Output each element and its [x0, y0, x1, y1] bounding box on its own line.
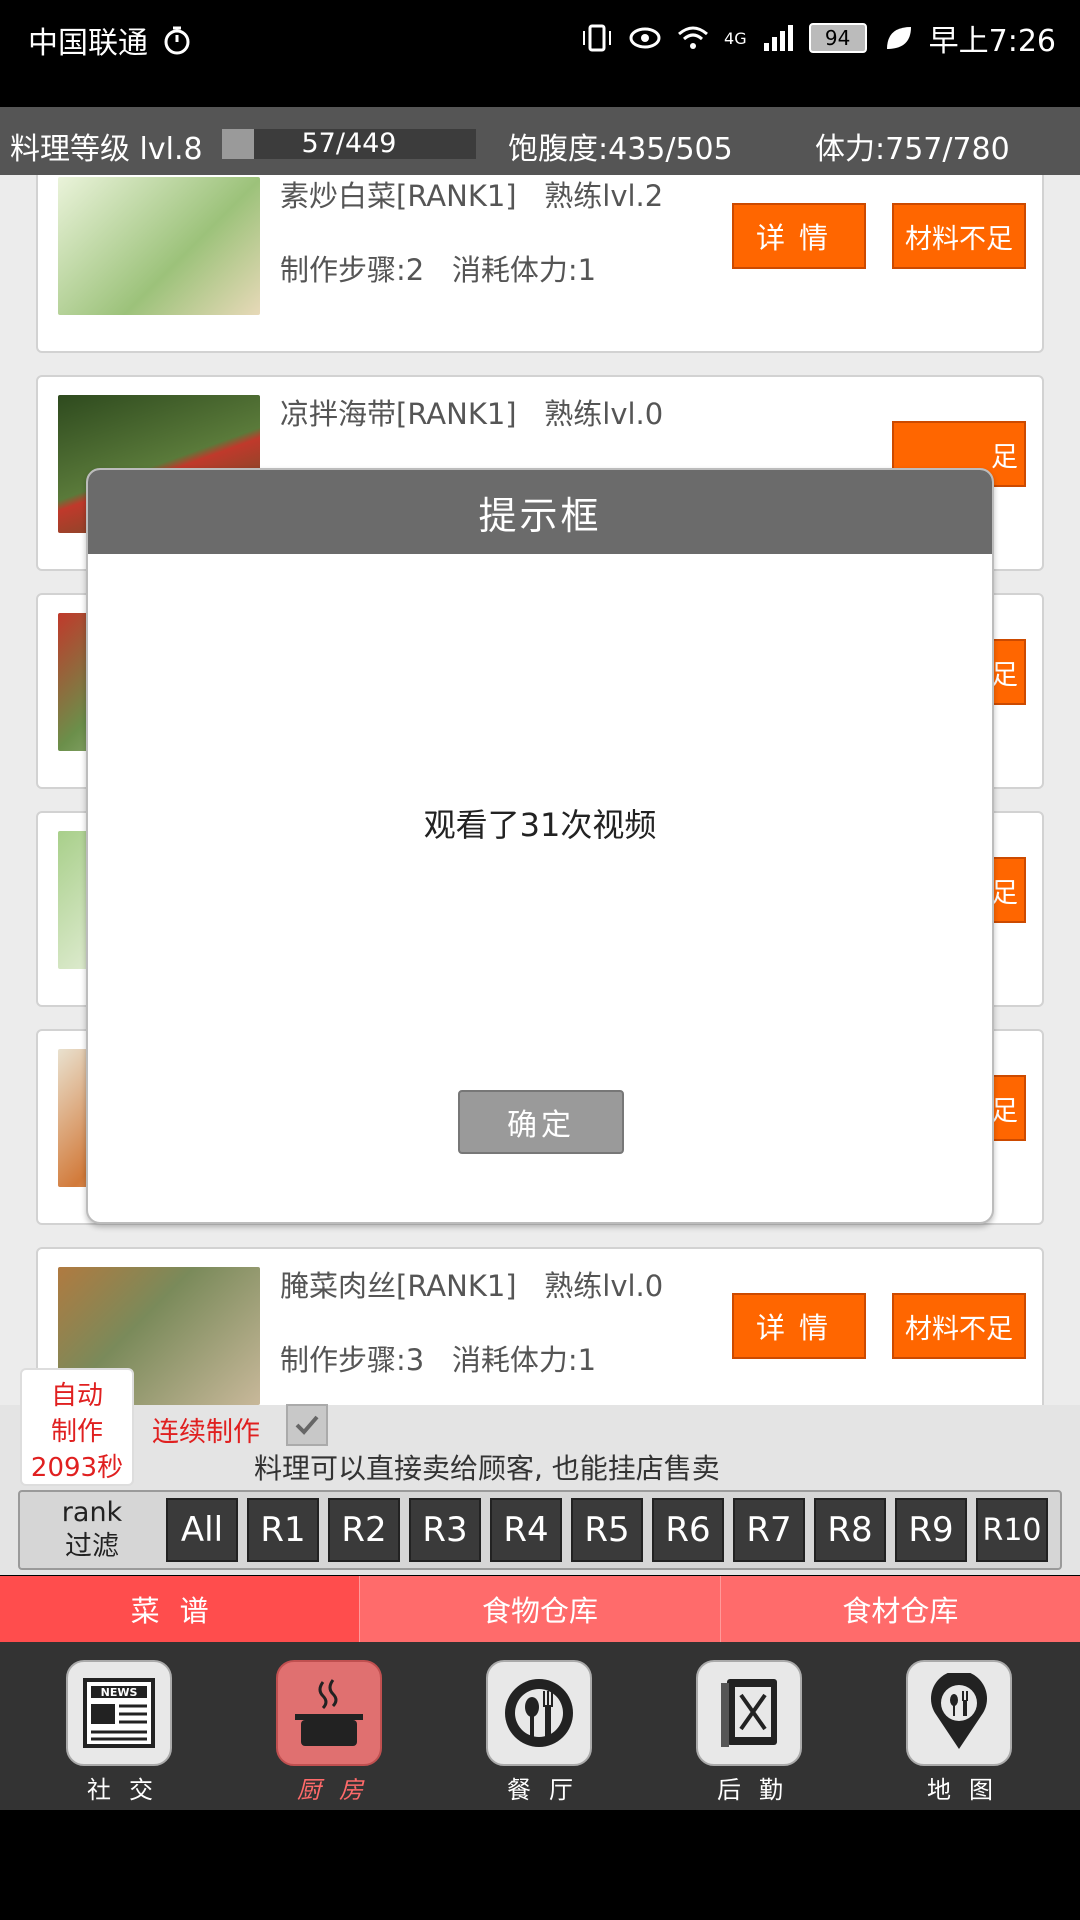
detail-button[interactable]: 详情	[732, 1293, 866, 1359]
rank-filter-r5[interactable]: R5	[571, 1498, 643, 1562]
nav-social[interactable]: NEWS 社交	[66, 1660, 174, 1805]
rank-filter-r1[interactable]: R1	[247, 1498, 319, 1562]
satiety-value: 饱腹度:435/505	[508, 132, 733, 167]
rank-filter-r10[interactable]: R10	[976, 1498, 1048, 1562]
recipe-info: 制作步骤:3 消耗体力:1	[280, 1343, 597, 1377]
rank-filter-r2[interactable]: R2	[328, 1498, 400, 1562]
nav-restaurant[interactable]: 餐厅	[486, 1660, 594, 1805]
recipe-info: 制作步骤:2 消耗体力:1	[280, 253, 597, 287]
recipe-title: 凉拌海带[RANK1] 熟练lvl.0	[280, 397, 664, 431]
insufficient-materials-button[interactable]: 材料不足	[892, 1293, 1026, 1359]
auto-make-line: 制作	[50, 1417, 103, 1447]
nav-kitchen[interactable]: 厨房	[276, 1660, 384, 1805]
dialog-message: 观看了31次视频	[423, 806, 657, 844]
top-gap	[0, 75, 1080, 107]
nav-map[interactable]: 地图	[906, 1660, 1014, 1805]
auto-make-button[interactable]: 自动 制作 2093秒	[20, 1368, 134, 1486]
recipe-thumbnail	[58, 177, 260, 315]
menu-book-icon	[696, 1660, 802, 1766]
network-type: 4G	[724, 28, 747, 48]
confirm-button[interactable]: 确定	[458, 1090, 624, 1154]
battery-indicator: 94	[808, 23, 867, 53]
signal-icon	[763, 25, 793, 51]
nav-label: 后勤	[717, 1776, 801, 1804]
news-icon: NEWS	[66, 1660, 172, 1766]
auto-make-timer: 2093秒	[30, 1453, 124, 1483]
recipe-card[interactable]: 素炒白菜[RANK1] 熟练lvl.2 制作步骤:2 消耗体力:1 详情 材料不…	[36, 175, 1044, 353]
tab-ingredient-storage[interactable]: 食材仓库	[719, 1576, 1080, 1642]
cooking-pot-icon	[276, 1660, 382, 1766]
vibrate-icon	[583, 24, 612, 52]
bottom-nav: NEWS 社交 厨房 餐厅 后勤 地图	[0, 1642, 1080, 1810]
bottom-black-area	[0, 1810, 1080, 1920]
status-bar: 中国联通 4G 94 早上7:26	[0, 0, 1080, 75]
rank-filter-r4[interactable]: R4	[490, 1498, 562, 1562]
nav-label: 厨房	[297, 1776, 381, 1804]
recipe-title: 腌菜肉丝[RANK1] 熟练lvl.0	[280, 1269, 664, 1303]
xp-progress-bar: 57/449	[222, 129, 476, 159]
sell-tip: 料理可以直接卖给顾客, 也能挂店售卖	[254, 1452, 720, 1485]
plate-cutlery-icon	[486, 1660, 592, 1766]
rank-filter-all[interactable]: All	[166, 1498, 238, 1562]
nav-label: 社交	[87, 1776, 171, 1804]
stamina-value: 体力:757/780	[815, 132, 1010, 167]
continuous-make-checkbox[interactable]	[286, 1404, 328, 1446]
prompt-dialog: 提示框 观看了31次视频 确定	[86, 468, 994, 1224]
sub-tab-bar: 菜谱 食物仓库 食材仓库	[0, 1576, 1080, 1642]
nav-label: 地图	[927, 1776, 1011, 1804]
recipe-title: 素炒白菜[RANK1] 熟练lvl.2	[280, 179, 664, 213]
rank-filter-label: rank 过滤	[61, 1497, 123, 1562]
leaf-icon	[886, 27, 911, 49]
detail-button[interactable]: 详情	[732, 203, 866, 269]
rank-filter-r6[interactable]: R6	[652, 1498, 724, 1562]
rank-filter-r8[interactable]: R8	[814, 1498, 886, 1562]
xp-text: 57/449	[301, 128, 397, 159]
continuous-make-label: 连续制作	[152, 1417, 260, 1448]
dialog-title: 提示框	[88, 470, 992, 554]
insufficient-materials-button[interactable]: 材料不足	[892, 203, 1026, 269]
rank-filter-r9[interactable]: R9	[895, 1498, 967, 1562]
rank-filter-r7[interactable]: R7	[733, 1498, 805, 1562]
cooking-level: 料理等级 lvl.8	[10, 132, 203, 167]
map-pin-cutlery-icon	[906, 1660, 1012, 1766]
player-info-bar: 料理等级 lvl.8 57/449 饱腹度:435/505 体力:757/780	[0, 107, 1080, 175]
nav-label: 餐厅	[507, 1776, 591, 1804]
clock: 早上7:26	[928, 24, 1056, 59]
recipe-card[interactable]: 腌菜肉丝[RANK1] 熟练lvl.0 制作步骤:3 消耗体力:1 详情 材料不…	[36, 1247, 1044, 1405]
svg-text:NEWS: NEWS	[101, 1686, 138, 1699]
tab-recipes[interactable]: 菜谱	[0, 1576, 360, 1642]
eye-icon	[629, 27, 661, 49]
rank-filter-r3[interactable]: R3	[409, 1498, 481, 1562]
rank-filter-bar: rank 过滤 All R1 R2 R3 R4 R5 R6 R7 R8 R9 R…	[18, 1490, 1062, 1570]
tab-food-storage[interactable]: 食物仓库	[359, 1576, 719, 1642]
nav-logistics[interactable]: 后勤	[696, 1660, 804, 1805]
stopwatch-icon	[164, 26, 190, 55]
carrier-name: 中国联通	[28, 26, 148, 61]
checkmark-icon	[295, 1415, 319, 1435]
auto-make-line: 自动	[50, 1381, 103, 1411]
wifi-icon	[678, 26, 709, 49]
